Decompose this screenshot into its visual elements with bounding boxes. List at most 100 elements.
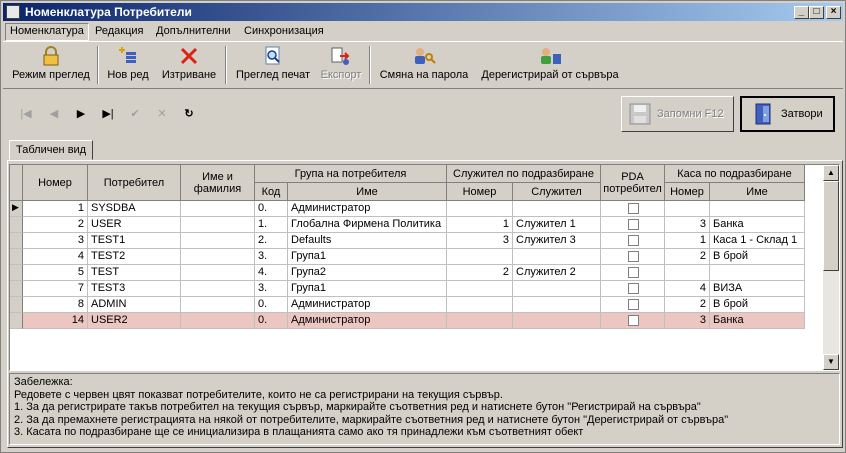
- cell-group-code[interactable]: 1.: [255, 217, 288, 233]
- minimize-button[interactable]: _: [794, 6, 809, 19]
- cell-number[interactable]: 8: [23, 297, 88, 313]
- header-group-code[interactable]: Код: [255, 183, 288, 201]
- cell-cash-name[interactable]: В брой: [710, 249, 805, 265]
- close-window-button[interactable]: ×: [826, 6, 841, 19]
- cell-cash-number[interactable]: [665, 265, 710, 281]
- cell-pda[interactable]: [601, 249, 665, 265]
- cell-name-family[interactable]: [181, 201, 255, 217]
- cell-number[interactable]: 14: [23, 313, 88, 329]
- menu-sync[interactable]: Синхронизация: [240, 23, 328, 39]
- scroll-down-button[interactable]: ▼: [823, 354, 839, 370]
- cell-employee-name[interactable]: [513, 313, 601, 329]
- cell-group-name[interactable]: Глобална Фирмена Политика: [288, 217, 447, 233]
- cell-user[interactable]: SYSDBA: [88, 201, 181, 217]
- cell-group-code[interactable]: 3.: [255, 281, 288, 297]
- cell-cash-number[interactable]: 2: [665, 297, 710, 313]
- cell-name-family[interactable]: [181, 249, 255, 265]
- cell-cash-number[interactable]: 2: [665, 249, 710, 265]
- cell-pda[interactable]: [601, 313, 665, 329]
- cell-employee-name[interactable]: Служител 3: [513, 233, 601, 249]
- cell-user[interactable]: TEST2: [88, 249, 181, 265]
- grid-vertical-scrollbar[interactable]: ▲ ▼: [823, 165, 839, 370]
- row-indicator[interactable]: [10, 265, 23, 281]
- cell-pda[interactable]: [601, 233, 665, 249]
- cell-user[interactable]: USER2: [88, 313, 181, 329]
- header-pda-user[interactable]: PDA потребител: [601, 165, 665, 201]
- cell-number[interactable]: 7: [23, 281, 88, 297]
- scroll-thumb[interactable]: [823, 181, 839, 271]
- cell-group-name[interactable]: Администратор: [288, 201, 447, 217]
- menu-edit[interactable]: Редакция: [91, 23, 147, 39]
- cell-group-name[interactable]: Група1: [288, 281, 447, 297]
- new-row-button[interactable]: Нов ред: [104, 44, 152, 86]
- cell-group-name[interactable]: Група2: [288, 265, 447, 281]
- cell-number[interactable]: 1: [23, 201, 88, 217]
- cell-pda[interactable]: [601, 297, 665, 313]
- pda-checkbox[interactable]: [628, 267, 639, 278]
- export-button[interactable]: Експорт: [316, 44, 366, 86]
- cell-number[interactable]: 3: [23, 233, 88, 249]
- cell-cash-number[interactable]: [665, 201, 710, 217]
- cell-group-code[interactable]: 0.: [255, 201, 288, 217]
- cell-group-code[interactable]: 4.: [255, 265, 288, 281]
- cell-user[interactable]: TEST3: [88, 281, 181, 297]
- users-grid[interactable]: Номер Потребител Име и фамилия Група на …: [9, 164, 840, 371]
- cell-pda[interactable]: [601, 265, 665, 281]
- header-cash-name[interactable]: Име: [710, 183, 805, 201]
- cell-cash-name[interactable]: Каса 1 - Склад 1: [710, 233, 805, 249]
- cell-cash-name[interactable]: [710, 265, 805, 281]
- pda-checkbox[interactable]: [628, 219, 639, 230]
- cell-employee-number[interactable]: [447, 281, 513, 297]
- view-mode-button[interactable]: Режим преглед: [8, 44, 94, 86]
- cell-employee-name[interactable]: [513, 281, 601, 297]
- cell-user[interactable]: TEST1: [88, 233, 181, 249]
- cell-pda[interactable]: [601, 281, 665, 297]
- cell-employee-name[interactable]: [513, 297, 601, 313]
- print-preview-button[interactable]: Преглед печат: [232, 44, 314, 86]
- nav-next-button[interactable]: ▶: [72, 105, 90, 123]
- cell-employee-number[interactable]: [447, 249, 513, 265]
- scroll-up-button[interactable]: ▲: [823, 165, 839, 181]
- cell-cash-number[interactable]: 1: [665, 233, 710, 249]
- cell-user[interactable]: ADMIN: [88, 297, 181, 313]
- row-indicator[interactable]: [10, 249, 23, 265]
- header-employee-name[interactable]: Служител: [513, 183, 601, 201]
- cell-group-name[interactable]: Администратор: [288, 297, 447, 313]
- cell-name-family[interactable]: [181, 265, 255, 281]
- nav-refresh-button[interactable]: ↻: [180, 105, 198, 123]
- cell-name-family[interactable]: [181, 313, 255, 329]
- row-indicator[interactable]: [10, 217, 23, 233]
- cell-group-name[interactable]: Defaults: [288, 233, 447, 249]
- cell-group-name[interactable]: Администратор: [288, 313, 447, 329]
- pda-checkbox[interactable]: [628, 251, 639, 262]
- pda-checkbox[interactable]: [628, 283, 639, 294]
- nav-cancel-button[interactable]: ✕: [153, 105, 171, 123]
- cell-employee-name[interactable]: Служител 1: [513, 217, 601, 233]
- header-name-family[interactable]: Име и фамилия: [181, 165, 255, 201]
- cell-number[interactable]: 5: [23, 265, 88, 281]
- cell-cash-name[interactable]: Банка: [710, 217, 805, 233]
- cell-group-code[interactable]: 3.: [255, 249, 288, 265]
- pda-checkbox[interactable]: [628, 203, 639, 214]
- nav-last-button[interactable]: ▶|: [99, 105, 117, 123]
- nav-first-button[interactable]: |◀: [17, 105, 35, 123]
- pda-checkbox[interactable]: [628, 299, 639, 310]
- row-indicator[interactable]: ▶: [10, 201, 23, 217]
- cell-cash-name[interactable]: ВИЗА: [710, 281, 805, 297]
- tab-table-view[interactable]: Табличен вид: [9, 140, 94, 160]
- menu-nomenclature[interactable]: Номенклатура: [5, 23, 89, 41]
- pda-checkbox[interactable]: [628, 235, 639, 246]
- cell-cash-number[interactable]: 3: [665, 313, 710, 329]
- nav-prior-button[interactable]: ◀: [45, 105, 63, 123]
- cell-employee-number[interactable]: 1: [447, 217, 513, 233]
- header-user[interactable]: Потребител: [88, 165, 181, 201]
- row-indicator[interactable]: [10, 297, 23, 313]
- cell-cash-name[interactable]: Банка: [710, 313, 805, 329]
- cell-cash-name[interactable]: [710, 201, 805, 217]
- cell-cash-number[interactable]: 4: [665, 281, 710, 297]
- cell-employee-name[interactable]: [513, 249, 601, 265]
- cell-group-code[interactable]: 2.: [255, 233, 288, 249]
- save-button[interactable]: Запомни F12: [621, 96, 734, 132]
- cell-group-code[interactable]: 0.: [255, 313, 288, 329]
- row-indicator[interactable]: [10, 313, 23, 329]
